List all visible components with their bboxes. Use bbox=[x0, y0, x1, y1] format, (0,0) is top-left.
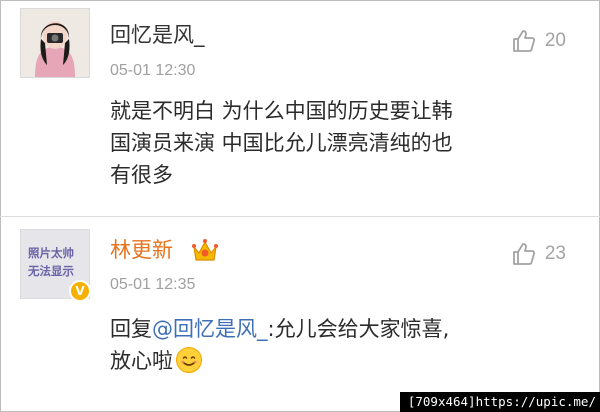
reply-prefix: 回复 bbox=[110, 317, 152, 341]
reply-text: 放心啦 bbox=[110, 349, 173, 373]
avatar-placeholder-text: 照片太帅 无法显示 bbox=[28, 244, 84, 280]
username[interactable]: 回忆是风_ bbox=[110, 22, 205, 48]
comment-text: 就是不明白 为什么中国的历史要让韩 国演员来演 中国比允儿漂亮清纯的也 有很多 bbox=[110, 95, 580, 191]
username[interactable]: 林更新 bbox=[110, 237, 173, 263]
like-count: 23 bbox=[544, 243, 566, 264]
comment-text-line: 国演员来演 中国比允儿漂亮清纯的也 bbox=[110, 131, 453, 155]
watermark-tag: [709x464]https://upic.me/ bbox=[399, 392, 600, 412]
avatar-photo-icon bbox=[21, 9, 89, 77]
comment-item: 照片太帅 无法显示 V 林更新 05-01 12:35 23 回复@回忆是风_:… bbox=[0, 216, 600, 392]
comment-text-line: 有很多 bbox=[110, 163, 173, 187]
timestamp: 05-01 12:35 bbox=[110, 276, 196, 293]
comment-text-line: 就是不明白 为什么中国的历史要让韩 bbox=[110, 99, 453, 123]
crown-icon bbox=[192, 239, 218, 261]
comment-text-line: 放心啦 bbox=[110, 345, 580, 377]
comment-text-line: 回复@回忆是风_:允儿会给大家惊喜, bbox=[110, 313, 580, 345]
thumbs-up-icon bbox=[512, 243, 535, 265]
like-count: 20 bbox=[544, 30, 566, 51]
avatar-placeholder-line: 照片太帅 bbox=[28, 246, 74, 260]
timestamp: 05-01 12:30 bbox=[110, 62, 196, 79]
comment-item: 回忆是风_ 05-01 12:30 20 就是不明白 为什么中国的历史要让韩 国… bbox=[0, 0, 600, 216]
mention-link[interactable]: @回忆是风_ bbox=[152, 317, 268, 341]
thumbs-up-icon bbox=[512, 30, 535, 52]
avatar[interactable] bbox=[20, 8, 90, 78]
smiley-emoji-icon bbox=[176, 347, 202, 373]
like-button[interactable]: 23 bbox=[511, 239, 566, 269]
verified-badge-icon: V bbox=[69, 280, 91, 302]
avatar-placeholder-line: 无法显示 bbox=[28, 264, 74, 278]
reply-text: :允儿会给大家惊喜, bbox=[267, 317, 450, 341]
comment-text: 回复@回忆是风_:允儿会给大家惊喜, 放心啦 bbox=[110, 313, 580, 377]
avatar[interactable]: 照片太帅 无法显示 V bbox=[20, 229, 91, 302]
like-button[interactable]: 20 bbox=[511, 26, 566, 56]
